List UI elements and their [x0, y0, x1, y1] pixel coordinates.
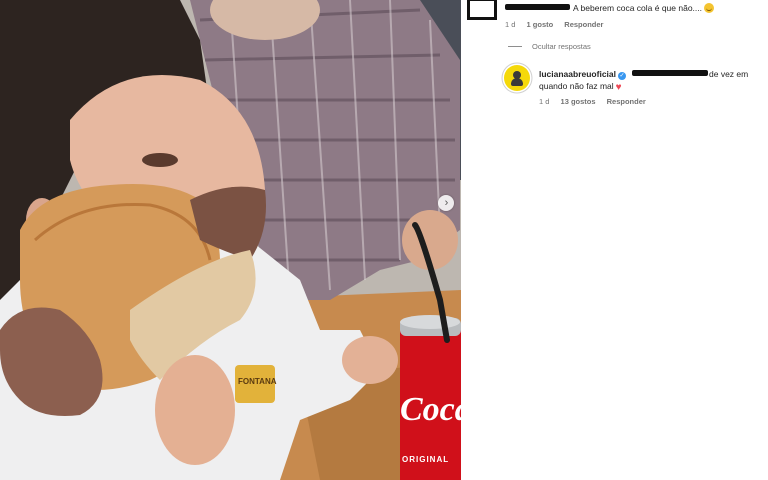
reply-meta: 1 d 13 gostos Responder [539, 97, 655, 106]
photo-illustration: FONTANA Coca ORIGINAL [0, 0, 461, 480]
reply-likes-link[interactable]: 13 gostos [561, 97, 596, 106]
reply-reply-button[interactable]: Responder [607, 97, 646, 106]
redacted-mention [632, 70, 708, 76]
reply-username[interactable]: lucianaabreuoficial [539, 69, 616, 79]
reply-text-line2-content: quando não faz mal [539, 81, 614, 91]
reply-text-line2: quando não faz mal ♥ [539, 81, 622, 93]
hide-replies-line [508, 46, 522, 47]
comment-reply-button[interactable]: Responder [564, 20, 603, 29]
can-brand-text: Coca [400, 391, 461, 428]
comment-time: 1 d [505, 20, 516, 29]
verified-badge-icon: ✓ [618, 72, 626, 80]
comment-text: A beberem coca cola é que não.... [573, 3, 715, 13]
comment-meta: 1 d 1 gosto Responder [505, 20, 612, 29]
reply-text-tail: de vez em [709, 69, 749, 79]
redacted-username [505, 4, 570, 10]
shirt-logo-text: FONTANA [238, 377, 277, 386]
commenter-avatar-redacted[interactable] [467, 0, 497, 20]
reply-avatar[interactable] [504, 65, 530, 91]
comment-top: A beberem coca cola é que não.... 1 d 1 … [461, 0, 768, 34]
reply-text-line1: lucianaabreuoficial ✓ [539, 69, 626, 80]
red-heart-icon: ♥ [615, 82, 622, 93]
post-photo: FONTANA Coca ORIGINAL › [0, 0, 461, 480]
comment-text-content: A beberem coca cola é que não.... [573, 3, 703, 13]
reply-time: 1 d [539, 97, 550, 106]
slightly-smiling-face-emoji-icon [704, 3, 715, 13]
carousel-next-button[interactable]: › [438, 195, 454, 211]
chevron-right-icon: › [444, 196, 449, 209]
hide-replies-label: Ocultar respostas [532, 42, 591, 51]
comment-likes-link[interactable]: 1 gosto [527, 20, 554, 29]
hide-replies-button[interactable]: Ocultar respostas [508, 42, 591, 51]
can-original-text: ORIGINAL [402, 455, 449, 464]
comments-panel: A beberem coca cola é que não.... 1 d 1 … [461, 0, 768, 480]
